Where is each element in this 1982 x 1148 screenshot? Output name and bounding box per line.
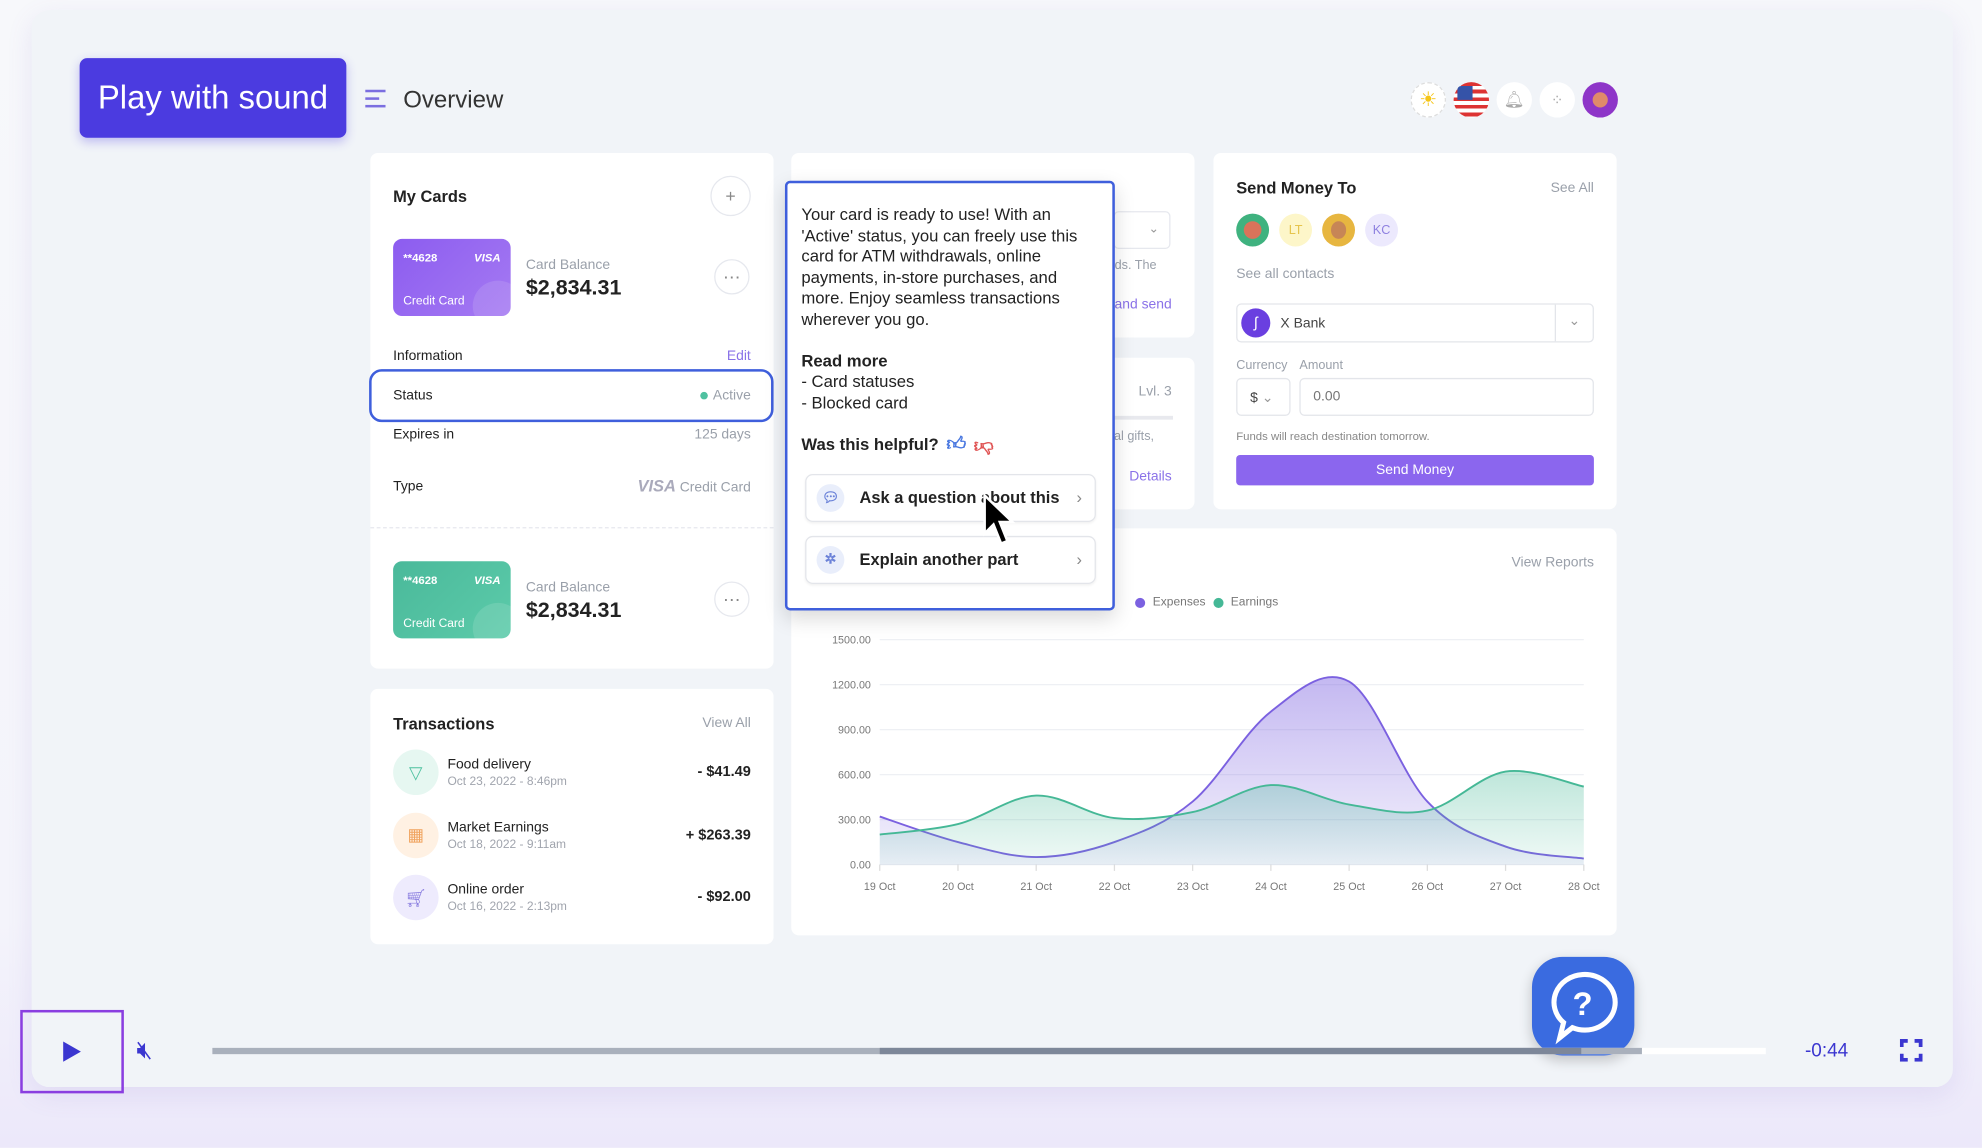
time-remaining: -0:44 [1804,1040,1849,1062]
chat-bubbles-icon: 💬︎ [816,484,845,512]
popover-body: Your card is ready to use! With an 'Acti… [801,204,1078,329]
y-tick-label: 1500.00 [832,634,871,646]
link-card-statuses[interactable]: - Card statuses [801,372,1098,393]
chevron-right-icon: › [1076,487,1082,507]
ask-question-button[interactable]: 💬︎ Ask a question about this › [805,474,1096,523]
thumbs-down-icon[interactable]: 👍︎ [974,435,994,457]
x-tick-label: 27 Oct [1490,881,1522,893]
x-tick-label: 25 Oct [1333,881,1365,893]
chevron-right-icon: › [1076,549,1082,569]
link-blocked-card[interactable]: - Blocked card [801,393,1098,414]
click-pointer-icon: ✲ [816,546,845,574]
x-tick-label: 20 Oct [942,881,974,893]
x-tick-label: 23 Oct [1177,881,1209,893]
y-tick-label: 600.00 [838,769,871,781]
x-tick-label: 26 Oct [1412,881,1444,893]
explain-another-part-button[interactable]: ✲ Explain another part › [805,535,1096,584]
y-tick-label: 900.00 [838,724,871,736]
x-tick-label: 19 Oct [864,881,896,893]
ask-question-label: Ask a question about this [859,487,1060,507]
x-tick-label: 28 Oct [1568,881,1600,893]
x-tick-label: 21 Oct [1020,881,1052,893]
mouse-cursor-icon [983,492,1016,546]
question-bubble-icon: ? [1551,971,1618,1045]
y-tick-label: 0.00 [850,859,871,871]
play-button[interactable] [20,1009,124,1094]
y-tick-label: 300.00 [838,814,871,826]
progress-track[interactable] [212,1047,1766,1055]
svg-text:?: ? [1572,985,1592,1022]
explain-label: Explain another part [859,549,1019,569]
helpful-question: Was this helpful? [801,435,939,455]
play-icon [63,1041,81,1062]
progress-remaining [880,1047,1581,1055]
x-tick-label: 24 Oct [1255,881,1287,893]
help-chat-button[interactable]: ? [1531,956,1635,1056]
x-tick-label: 22 Oct [1099,881,1131,893]
thumbs-up-icon[interactable]: 👍︎ [946,434,966,456]
y-tick-label: 1200.00 [832,679,871,691]
help-popover: Your card is ready to use! With an 'Acti… [784,180,1115,611]
mute-icon[interactable]: 🔇︎ [137,1036,153,1065]
read-more-heading: Read more [801,350,888,370]
